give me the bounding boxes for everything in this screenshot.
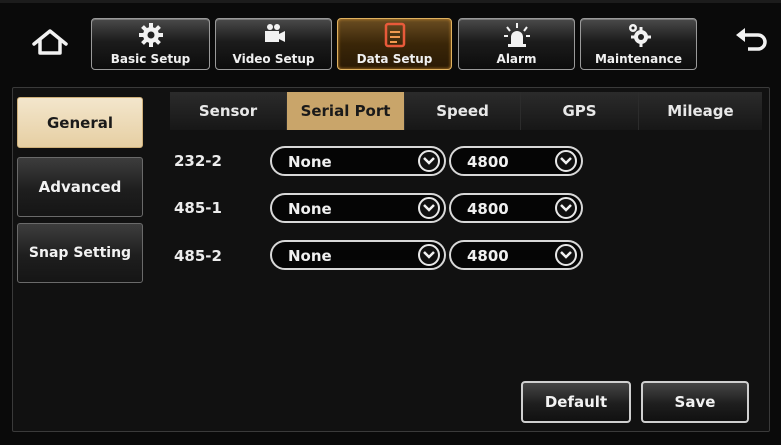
- basic-setup-button[interactable]: Basic Setup: [91, 18, 210, 70]
- tab-speed[interactable]: Speed: [404, 92, 520, 130]
- sidebar-item-general[interactable]: General: [17, 97, 143, 148]
- chevron-down-icon: [418, 150, 440, 172]
- video-setup-label: Video Setup: [232, 52, 315, 66]
- port-label: 485-1: [174, 199, 222, 217]
- tab-serial-port[interactable]: Serial Port: [286, 92, 404, 130]
- sidebar-item-advanced[interactable]: Advanced: [17, 157, 143, 217]
- tab-gps[interactable]: GPS: [520, 92, 638, 130]
- chevron-down-icon: [418, 197, 440, 219]
- data-setup-label: Data Setup: [356, 52, 433, 66]
- home-icon: [32, 29, 68, 55]
- device-select[interactable]: None: [270, 146, 446, 176]
- dvr-settings-screen: Basic Setup Video Setup Data Setup Alarm…: [0, 0, 781, 445]
- video-setup-button[interactable]: Video Setup: [215, 18, 332, 70]
- alarm-label: Alarm: [496, 52, 537, 66]
- baud-select[interactable]: 4800: [449, 193, 583, 223]
- alarm-button[interactable]: Alarm: [458, 18, 575, 70]
- gear-icon: [138, 23, 163, 47]
- gears-icon: [628, 24, 651, 47]
- port-label: 485-2: [174, 247, 222, 265]
- baud-select[interactable]: 4800: [449, 146, 583, 176]
- chevron-down-icon: [555, 150, 577, 172]
- back-button[interactable]: [734, 22, 768, 62]
- baud-value: 4800: [467, 200, 509, 218]
- device-select[interactable]: None: [270, 193, 446, 223]
- device-value: None: [288, 200, 332, 218]
- maintenance-button[interactable]: Maintenance: [580, 18, 697, 70]
- back-arrow-icon: [736, 28, 767, 51]
- chevron-down-icon: [555, 197, 577, 219]
- baud-value: 4800: [467, 153, 509, 171]
- maintenance-label: Maintenance: [594, 52, 682, 66]
- chevron-down-icon: [418, 244, 440, 266]
- home-button[interactable]: [30, 24, 70, 64]
- sidebar-item-snap-setting[interactable]: Snap Setting: [17, 223, 143, 283]
- chevron-down-icon: [555, 244, 577, 266]
- default-button[interactable]: Default: [521, 381, 631, 423]
- alarm-light-icon: [503, 23, 530, 47]
- data-setup-button[interactable]: Data Setup: [337, 18, 452, 70]
- tab-sensor[interactable]: Sensor: [170, 92, 286, 130]
- baud-value: 4800: [467, 247, 509, 265]
- device-value: None: [288, 153, 332, 171]
- baud-select[interactable]: 4800: [449, 240, 583, 270]
- device-select[interactable]: None: [270, 240, 446, 270]
- data-icon: [384, 22, 405, 48]
- device-value: None: [288, 247, 332, 265]
- basic-setup-label: Basic Setup: [110, 52, 191, 66]
- port-label: 232-2: [174, 152, 222, 170]
- save-button[interactable]: Save: [641, 381, 749, 423]
- camera-icon: [264, 24, 285, 42]
- tab-mileage[interactable]: Mileage: [638, 92, 762, 130]
